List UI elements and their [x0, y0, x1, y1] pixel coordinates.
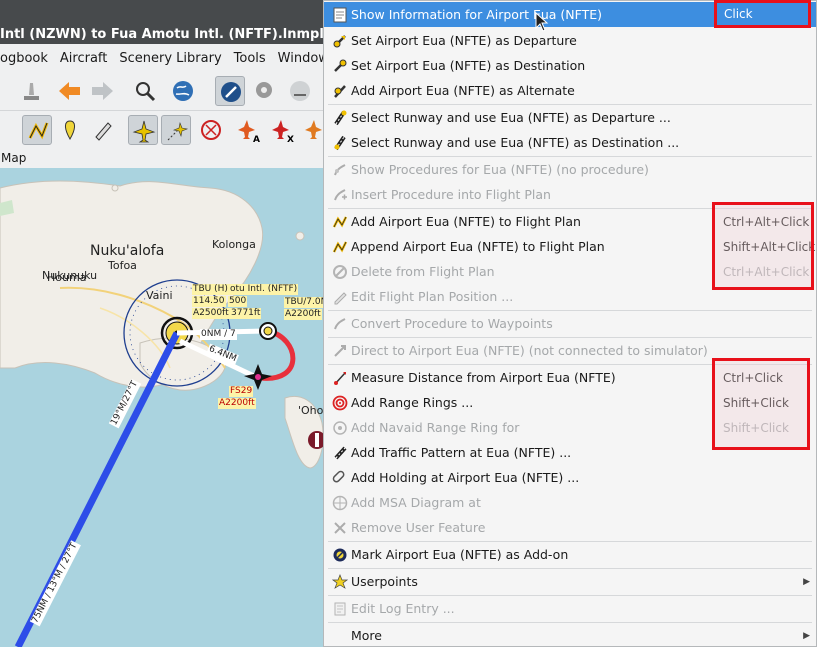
- menu-item-set-destination[interactable]: Set Airport Eua (NFTE) as Destination: [324, 53, 816, 78]
- main-menubar: ogbook Aircraft Scenery Library Tools Wi…: [0, 44, 330, 72]
- addon-icon: [331, 546, 349, 564]
- navaid-frequency-b-label: 500: [228, 296, 248, 307]
- submenu-arrow-icon: ▶: [803, 576, 810, 587]
- click-callout-label: Click: [724, 7, 753, 21]
- menu-item-add-holding[interactable]: Add Holding at Airport Eua (NFTE) ...: [324, 465, 816, 490]
- erase-icon[interactable]: [285, 76, 315, 106]
- main-toolbar: [0, 72, 330, 112]
- globe-icon[interactable]: [168, 76, 198, 106]
- runway-destination-icon: [331, 134, 349, 152]
- place-vaini: Vaini: [146, 289, 173, 302]
- leg-distance-label: 0NM / 7: [200, 329, 237, 340]
- menu-item-show-procedures[interactable]: Show Procedures for Eua (NFTE) (no proce…: [324, 157, 816, 182]
- menu-item-userpoints[interactable]: Userpoints ▶: [324, 569, 816, 594]
- userpoints-star-icon: [331, 573, 349, 591]
- fix-fs29-label: FS29: [229, 386, 254, 397]
- altitude-label: A2500ft: [192, 308, 230, 319]
- submenu-arrow-icon: ▶: [803, 630, 810, 641]
- map-context-menu: Show Information for Airport Eua (NFTE) …: [323, 0, 817, 647]
- departure-icon: [331, 32, 349, 50]
- map-panel-title: Map: [0, 148, 330, 168]
- flight-plan-line-icon[interactable]: [22, 115, 52, 145]
- remove-feature-icon: [331, 519, 349, 537]
- forward-arrow-icon[interactable]: [87, 76, 117, 106]
- convert-procedure-icon: [331, 315, 349, 333]
- menu-item-more[interactable]: More ▶: [324, 623, 816, 647]
- menu-item-add-msa-diagram[interactable]: Add MSA Diagram at: [324, 490, 816, 515]
- pencil-icon[interactable]: [88, 115, 118, 145]
- info-page-icon: [331, 6, 349, 24]
- menu-item-set-departure[interactable]: Set Airport Eua (NFTE) as Departure: [324, 28, 816, 53]
- menu-aircraft[interactable]: Aircraft: [54, 51, 113, 66]
- svg-text:X: X: [287, 135, 294, 145]
- menu-item-runway-destination[interactable]: Select Runway and use Eua (NFTE) as Dest…: [324, 130, 816, 155]
- aircraft-trail-icon[interactable]: [161, 115, 191, 145]
- place-nukualofa: Nuku'alofa: [90, 243, 165, 259]
- place-ohonua: 'Oho: [298, 404, 324, 417]
- ai-aircraft-icon[interactable]: A: [234, 115, 264, 145]
- mouse-pointer-icon: [535, 12, 549, 32]
- menu-item-convert-procedure[interactable]: Convert Procedure to Waypoints: [324, 311, 816, 336]
- aircraft-icon[interactable]: [128, 115, 158, 145]
- menu-item-runway-departure[interactable]: Select Runway and use Eua (NFTE) as Depa…: [324, 105, 816, 130]
- compass-icon[interactable]: [215, 76, 245, 106]
- holding-icon: [331, 469, 349, 487]
- menu-logbook[interactable]: ogbook: [0, 51, 54, 66]
- map-view[interactable]: Nukunuku Nuku'alofa Tofoa Kolonga Houma …: [0, 168, 330, 647]
- map-toolbar: A X: [0, 110, 330, 150]
- msa-diagram-icon: [331, 494, 349, 512]
- alternate-icon: [331, 82, 349, 100]
- pin-icon[interactable]: [55, 115, 85, 145]
- fix-altitude-label: A2200ft: [218, 398, 256, 409]
- measure-distance-icon: [331, 369, 349, 387]
- menu-tools[interactable]: Tools: [228, 51, 272, 66]
- window-title-bar: Intl (NZWN) to Fua Amotu Intl. (NFTF).ln…: [0, 0, 330, 44]
- edit-log-icon: [331, 600, 349, 618]
- svg-text:A: A: [253, 135, 260, 145]
- navaid-range-icon: [331, 419, 349, 437]
- destination-icon: [331, 57, 349, 75]
- compass-rose-icon[interactable]: [196, 115, 226, 145]
- procedures-icon: [331, 161, 349, 179]
- insert-procedure-icon: [331, 186, 349, 204]
- range-rings-icon: [331, 394, 349, 412]
- zoom-map-icon[interactable]: [130, 76, 160, 106]
- flight-plan-shortcut-callout: [712, 202, 814, 290]
- append-to-plan-icon: [331, 238, 349, 256]
- place-houma: Houma: [47, 271, 87, 284]
- navaid-frequency-label: 114.50: [192, 296, 226, 307]
- menu-item-edit-log-entry[interactable]: Edit Log Entry ...: [324, 596, 816, 621]
- place-tofoa: Tofoa: [108, 259, 137, 272]
- window-title: Intl (NZWN) to Fua Amotu Intl. (NFTF).ln…: [0, 27, 330, 42]
- airport-fua-label: otu Intl. (NFTF): [229, 284, 299, 295]
- menu-item-add-alternate[interactable]: Add Airport Eua (NFTE) as Alternate: [324, 78, 816, 103]
- direct-to-icon: [331, 342, 349, 360]
- measure-shortcut-callout: [712, 358, 810, 450]
- waypoint-tbu-label: TBU/7.0N: [284, 297, 329, 308]
- click-callout: Click: [714, 0, 811, 28]
- ai-ship-icon[interactable]: X: [268, 115, 298, 145]
- menu-window[interactable]: Window: [272, 51, 330, 66]
- edit-position-icon: [331, 288, 349, 306]
- waypoint-altitude-label: A2200ft: [284, 309, 322, 320]
- navaid-tbu-label: TBU (H): [192, 284, 229, 295]
- place-kolonga: Kolonga: [212, 238, 256, 251]
- menu-item-remove-user-feature[interactable]: Remove User Feature: [324, 515, 816, 540]
- add-to-plan-icon: [331, 213, 349, 231]
- elevation-label: 3771ft: [230, 308, 262, 319]
- menu-item-mark-addon[interactable]: Mark Airport Eua (NFTE) as Add-on: [324, 542, 816, 567]
- traffic-pattern-icon: [331, 444, 349, 462]
- logbook-stamp-icon[interactable]: [16, 76, 46, 106]
- back-arrow-icon[interactable]: [55, 76, 85, 106]
- runway-departure-icon: [331, 109, 349, 127]
- menu-scenery-library[interactable]: Scenery Library: [113, 51, 227, 66]
- map-canvas: [0, 180, 326, 647]
- delete-icon: [331, 263, 349, 281]
- gear-search-icon[interactable]: [250, 76, 280, 106]
